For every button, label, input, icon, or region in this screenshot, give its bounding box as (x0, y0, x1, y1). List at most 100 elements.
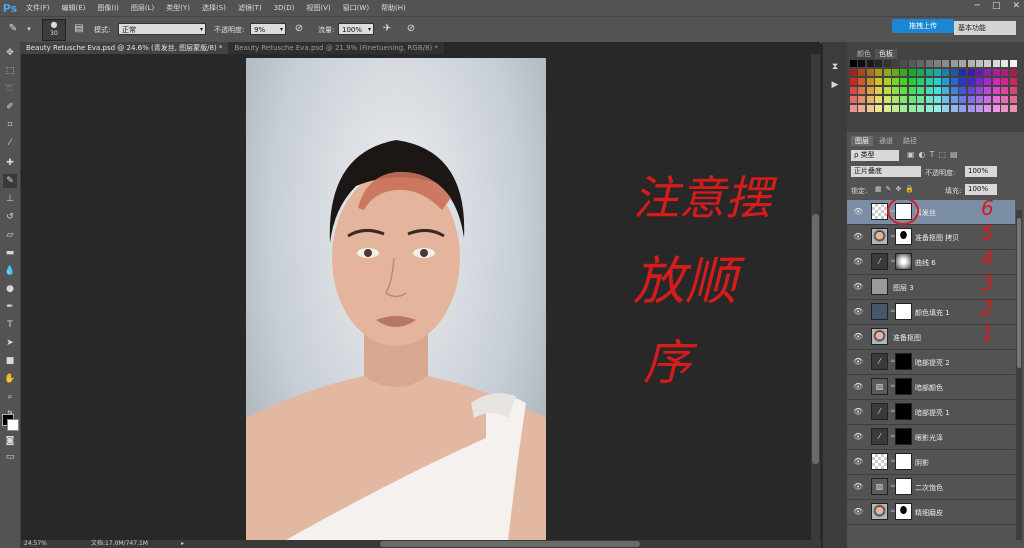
color-swatch[interactable] (858, 60, 866, 67)
color-swatch[interactable] (959, 78, 967, 85)
layer-name[interactable]: 图层 3 (893, 283, 914, 293)
color-swatch[interactable] (875, 87, 883, 94)
color-swatch[interactable] (942, 60, 950, 67)
color-swatch[interactable] (950, 87, 958, 94)
color-swatch[interactable] (883, 87, 891, 94)
color-swatch[interactable] (908, 78, 916, 85)
color-swatch[interactable] (850, 105, 857, 112)
color-swatch[interactable] (908, 60, 916, 67)
opacity-field[interactable]: 9% ▾ (250, 23, 286, 35)
layer-thumbnail[interactable]: ⁄ (871, 353, 888, 370)
menu-layer[interactable]: 图层(L) (125, 3, 160, 13)
gradient-tool-icon[interactable]: ▬ (3, 246, 17, 260)
menu-view[interactable]: 视图(V) (300, 3, 336, 13)
healing-brush-tool-icon[interactable]: ✚ (3, 156, 17, 170)
color-swatch[interactable] (976, 60, 983, 67)
menu-edit[interactable]: 编辑(E) (56, 3, 92, 13)
color-swatch[interactable] (959, 60, 967, 67)
visibility-eye-icon[interactable]: 👁 (853, 232, 863, 241)
visibility-eye-icon[interactable]: 👁 (853, 407, 863, 416)
brush-panel-icon[interactable]: ▤ (72, 22, 86, 36)
color-swatch[interactable] (917, 96, 925, 103)
tab-channels[interactable]: 通道 (875, 136, 897, 146)
color-swatch[interactable] (850, 78, 857, 85)
color-swatch[interactable] (917, 69, 925, 76)
layer-name[interactable]: 精细磨皮 (915, 508, 943, 518)
menu-file[interactable]: 文件(F) (20, 3, 56, 13)
color-swatch[interactable] (992, 69, 1000, 76)
color-swatch[interactable] (950, 69, 958, 76)
visibility-eye-icon[interactable]: 👁 (853, 207, 863, 216)
color-swatch[interactable] (900, 60, 908, 67)
color-swatch[interactable] (1009, 69, 1017, 76)
tab-document-1[interactable]: Beauty Retusche Eva.psd @ 24.6% (青发丝, 图层… (20, 42, 229, 54)
color-swatch[interactable] (967, 96, 975, 103)
layer-mask-thumbnail[interactable] (895, 428, 912, 445)
layer-mask-thumbnail[interactable] (895, 253, 912, 270)
visibility-eye-icon[interactable]: 👁 (853, 307, 863, 316)
layer-name[interactable]: 暗部提亮 2 (915, 358, 950, 368)
color-swatch[interactable] (976, 69, 983, 76)
visibility-eye-icon[interactable]: 👁 (853, 382, 863, 391)
visibility-eye-icon[interactable]: 👁 (853, 357, 863, 366)
color-swatch[interactable] (892, 60, 899, 67)
color-swatch[interactable] (967, 87, 975, 94)
hand-tool-icon[interactable]: ✋ (3, 372, 17, 386)
quick-mask-icon[interactable]: ◙ (3, 434, 17, 448)
color-swatch[interactable] (967, 78, 975, 85)
layer-thumbnail[interactable] (871, 228, 888, 245)
color-swatch[interactable] (984, 69, 992, 76)
clone-stamp-tool-icon[interactable]: ⊥ (3, 192, 17, 206)
status-menu-arrow-icon[interactable]: ▸ (181, 540, 184, 548)
filter-icons[interactable]: ▣◐T⬚▤ (907, 150, 962, 159)
layer-thumbnail[interactable]: ⁄ (871, 253, 888, 270)
color-swatch[interactable] (934, 87, 941, 94)
color-swatch[interactable] (883, 96, 891, 103)
tab-color[interactable]: 颜色 (853, 49, 875, 59)
crop-tool-icon[interactable]: ⌗ (3, 118, 17, 132)
color-swatch[interactable] (925, 105, 933, 112)
minimize-button[interactable]: ─ (975, 1, 980, 11)
color-swatch[interactable] (875, 78, 883, 85)
color-swatch[interactable] (850, 60, 857, 67)
color-swatch[interactable] (917, 87, 925, 94)
brush-preset-picker[interactable]: ● 30 (42, 19, 66, 41)
layer-row[interactable]: 👁 ⁄ ∞ 眼影光泽 (847, 425, 1015, 450)
chevron-down-icon[interactable]: ▾ (22, 22, 36, 36)
quick-select-tool-icon[interactable]: ✐ (3, 100, 17, 114)
brush-tool-icon[interactable]: ✎ (3, 174, 17, 188)
color-swatch[interactable] (984, 87, 992, 94)
color-swatch[interactable] (967, 69, 975, 76)
history-brush-tool-icon[interactable]: ↺ (3, 210, 17, 224)
color-swatch[interactable] (900, 87, 908, 94)
color-swatch[interactable] (976, 87, 983, 94)
color-swatch[interactable] (866, 78, 874, 85)
color-swatch[interactable] (892, 105, 899, 112)
layer-mask-thumbnail[interactable] (895, 453, 912, 470)
close-button[interactable]: ✕ (1012, 1, 1020, 11)
color-swatch[interactable] (934, 69, 941, 76)
color-swatch[interactable] (900, 69, 908, 76)
horizontal-scrollbar[interactable] (380, 541, 811, 547)
color-swatch[interactable] (866, 105, 874, 112)
layer-thumbnail[interactable] (871, 203, 888, 220)
eyedropper-tool-icon[interactable]: ⁄ (3, 136, 17, 150)
move-tool-icon[interactable]: ✥ (3, 46, 17, 60)
layer-thumbnail[interactable] (871, 303, 888, 320)
color-swatch[interactable] (967, 60, 975, 67)
menu-type[interactable]: 类型(Y) (160, 3, 196, 13)
layer-name[interactable]: 二次饱色 (915, 483, 943, 493)
menu-select[interactable]: 选择(S) (196, 3, 232, 13)
color-swatch[interactable] (866, 69, 874, 76)
layer-thumbnail[interactable]: ⁄ (871, 428, 888, 445)
color-swatch[interactable] (992, 87, 1000, 94)
color-swatch[interactable] (992, 78, 1000, 85)
layer-name[interactable]: 眼影光泽 (915, 433, 943, 443)
color-swatch[interactable] (908, 96, 916, 103)
color-swatch[interactable] (992, 60, 1000, 67)
color-swatch[interactable] (1009, 60, 1017, 67)
layers-scrollbar[interactable] (1016, 210, 1022, 540)
zoom-level[interactable]: 24.57% (24, 540, 47, 548)
color-swatch[interactable] (875, 69, 883, 76)
color-swatch[interactable] (1009, 105, 1017, 112)
